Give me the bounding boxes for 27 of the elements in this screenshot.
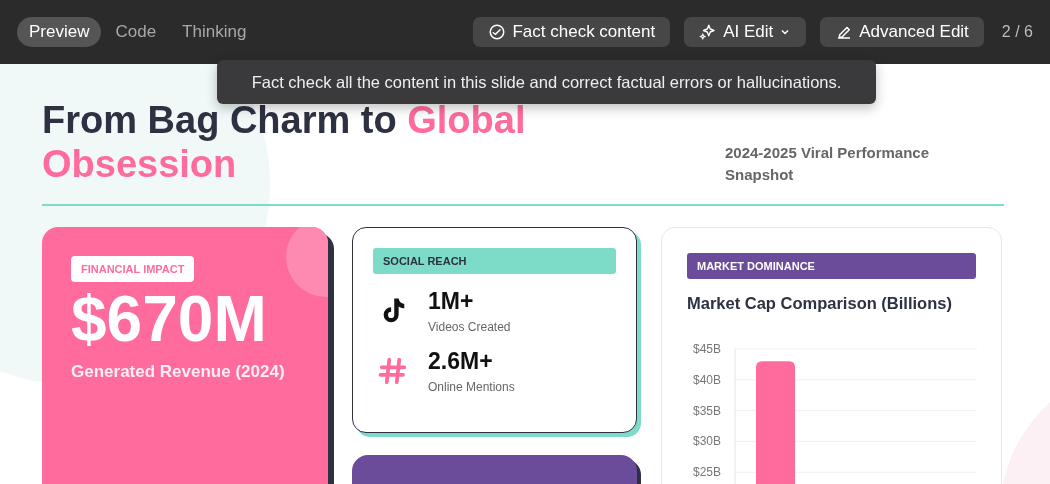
stat-value: 2.6M+ [428, 348, 494, 375]
stat-value: 1M+ [428, 288, 475, 315]
page-counter: 2 / 6 [1001, 23, 1033, 41]
ai-edit-button[interactable]: AI Edit [684, 17, 807, 47]
hashtag-icon [378, 356, 408, 386]
chart-title: Market Cap Comparison (Billions) [687, 294, 953, 313]
tab[interactable]: Thinking [170, 17, 259, 47]
axis-tick-label: $45B [692, 342, 721, 356]
revenue-value: $670M [71, 288, 268, 350]
tab[interactable]: Preview [17, 17, 102, 47]
stat-label: Videos Created [428, 320, 511, 334]
card-tag: MARKET DOMINANCE [687, 253, 976, 279]
revenue-caption: Generated Revenue (2024) [71, 362, 286, 382]
axis-tick-label: $35B [692, 403, 721, 418]
axis-tick-label: $30B [692, 434, 721, 449]
sparkles-icon [699, 23, 718, 41]
tab[interactable]: Code [103, 17, 169, 47]
tooltip: Fact check all the content in this slide and correct factual errors or hallucinations. [217, 60, 876, 104]
fact-check-button[interactable]: Fact check content [473, 17, 671, 47]
card-tag: SOCIAL REACH [373, 248, 616, 274]
edit-button[interactable]: Advanced Edit [820, 17, 984, 47]
card-tag: FINANCIAL IMPACT [71, 256, 195, 282]
stat-label: Online Mentions [428, 380, 515, 394]
check-circle-icon [488, 23, 507, 41]
axis-tick-label: $25B [692, 465, 721, 480]
slide-subtitle: 2024-2025 Viral Performance Snapshot [725, 143, 931, 185]
axis-tick-label: $40B [692, 372, 721, 387]
